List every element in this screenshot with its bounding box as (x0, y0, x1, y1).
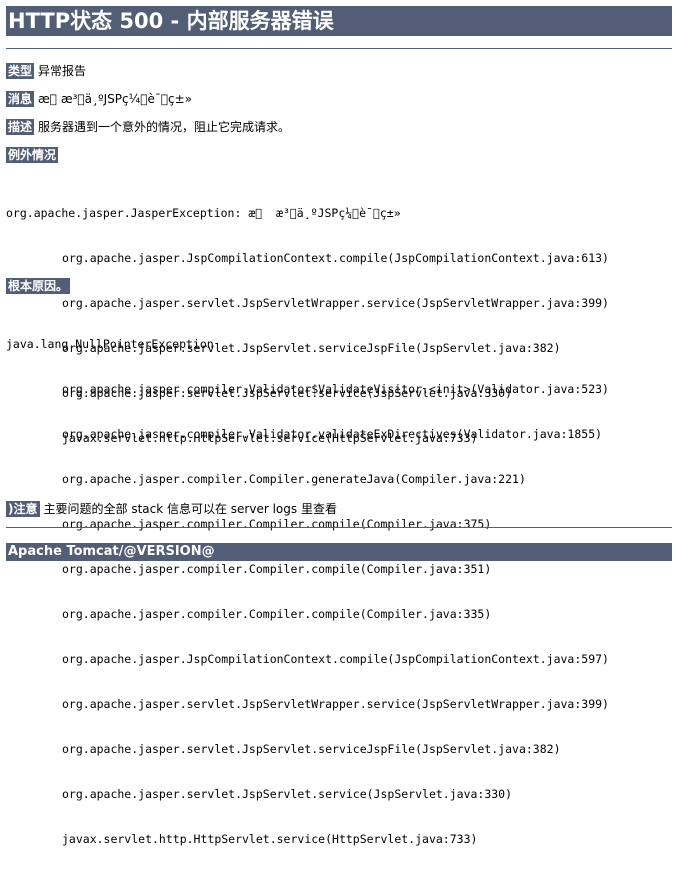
type-value: 异常报告 (38, 64, 87, 78)
top-divider (6, 48, 672, 49)
root-cause-first-line: java.lang.NullPointerException (6, 337, 214, 351)
root-cause-frame: javax.servlet.http.HttpServlet.service(H… (62, 832, 478, 846)
error-page: HTTP状态 500 - 内部服务器错误 类型 异常报告 消息 æ  æ³ ä¸ºJ… (0, 0, 676, 846)
root-cause-heading: 根本原因。 (6, 278, 71, 294)
type-label: 类型 (6, 63, 35, 79)
note-row: )注意 主要问题的全部 stack 信息可以在 server logs 里查看 (6, 501, 672, 517)
server-version-footer: Apache Tomcat/@VERSION@ (6, 543, 672, 561)
description-row: 描述 服务器遇到一个意外的情况，阻止它完成请求。 (6, 119, 672, 135)
root-cause-frame: org.apache.jasper.compiler.Validator.val… (62, 427, 603, 441)
root-cause-frame: org.apache.jasper.servlet.JspServletWrap… (62, 697, 609, 711)
message-label: 消息 (6, 91, 35, 107)
root-cause-frame: org.apache.jasper.servlet.JspServlet.ser… (62, 742, 561, 756)
message-row: 消息 æ  æ³ ä¸ºJSPç¼ è¯ ç±» (6, 91, 672, 107)
note-value: 主要问题的全部 stack 信息可以在 server logs 里查看 (43, 502, 337, 516)
description-value: 服务器遇到一个意外的情况，阻止它完成请求。 (38, 120, 291, 134)
root-cause-frame: org.apache.jasper.compiler.Compiler.gene… (62, 472, 526, 486)
page-title: HTTP状态 500 - 内部服务器错误 (6, 6, 672, 36)
note-label: )注意 (6, 501, 40, 517)
exception-first-line: org.apache.jasper.JasperException: æ  æ³… (6, 206, 401, 220)
root-cause-frame: org.apache.jasper.compiler.Compiler.comp… (62, 517, 492, 531)
message-value: æ  æ³ ä¸ºJSPç¼ è¯ ç±» (38, 92, 193, 106)
root-cause-heading-row: 根本原因。 (6, 278, 74, 294)
root-cause-frame: org.apache.jasper.compiler.Validator$Val… (62, 382, 609, 396)
root-cause-frame: org.apache.jasper.servlet.JspServlet.ser… (62, 787, 513, 801)
root-cause-frame: org.apache.jasper.JspCompilationContext.… (62, 652, 609, 666)
description-label: 描述 (6, 119, 35, 135)
root-cause-frame: org.apache.jasper.compiler.Compiler.comp… (62, 562, 492, 576)
root-cause-frame: org.apache.jasper.compiler.Compiler.comp… (62, 607, 492, 621)
exception-heading-row: 例外情况 (6, 147, 62, 163)
root-cause-stack-trace: java.lang.NullPointerException org.apach… (6, 307, 672, 877)
exception-frame: org.apache.jasper.JspCompilationContext.… (62, 251, 609, 265)
type-row: 类型 异常报告 (6, 63, 672, 79)
exception-heading: 例外情况 (6, 147, 59, 163)
bottom-divider (6, 527, 672, 528)
